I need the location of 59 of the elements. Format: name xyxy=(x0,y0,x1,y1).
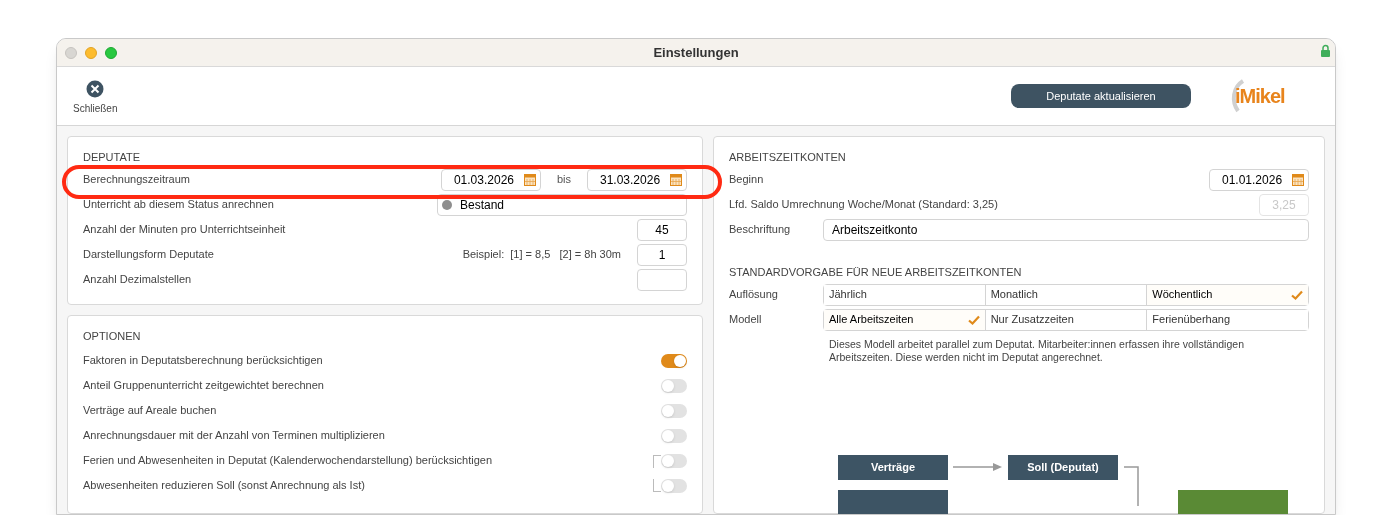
range-separator: bis xyxy=(555,172,572,188)
toggle-switch[interactable] xyxy=(661,453,687,468)
option-label: Verträge auf Areale buchen xyxy=(83,403,217,419)
diagram-node: Soll (Deputat) xyxy=(1008,455,1118,480)
date-field[interactable]: 01.01.2026 xyxy=(1209,168,1309,191)
date-field[interactable]: 01.03.2026 xyxy=(440,168,541,191)
field-label: Anzahl Dezimalstellen xyxy=(83,272,192,288)
field-label: Darstellungsform Deputate xyxy=(83,247,214,263)
text-field[interactable]: Arbeitszeitkonto xyxy=(823,218,1309,241)
bracket-line xyxy=(653,478,661,492)
field-label: Beschriftung xyxy=(729,222,792,238)
diagram-node: Verträge xyxy=(838,455,948,480)
calendar-icon[interactable] xyxy=(670,173,682,186)
segment-option[interactable]: Alle Arbeitszeiten xyxy=(824,309,985,330)
date-field[interactable]: 31.03.2026 xyxy=(587,168,687,191)
toggle-switch[interactable] xyxy=(661,428,687,443)
calendar-icon[interactable] xyxy=(1292,173,1304,186)
bracket-line xyxy=(653,454,661,468)
model-description: Dieses Modell arbeitet parallel zum Deputat. Mitarbeiter:innen erfassen ihre vollständigen Arbeitszeiten. Diese werden nicht im Deputat angerechnet. xyxy=(829,338,1245,364)
option-label: Ferien und Abwesenheiten in Deputat (Kalenderwochendarstellung) berücksichtigen xyxy=(83,453,493,469)
close-window-icon[interactable] xyxy=(65,46,77,59)
elbow-connector xyxy=(1124,466,1140,506)
section-heading: ARBEITSZEITKONTEN xyxy=(729,150,847,165)
field-label: Beginn xyxy=(729,172,765,188)
update-button[interactable]: Deputate aktualisieren xyxy=(1011,84,1191,108)
segment-option[interactable]: Ferienüberhang xyxy=(1146,309,1308,330)
field-label: Anzahl der Minuten pro Unterrichtseinheit xyxy=(83,222,286,238)
field-label: Modell xyxy=(729,312,763,328)
section-heading: DEPUTATE xyxy=(83,150,142,165)
section-heading: OPTIONEN xyxy=(83,329,142,344)
toggle-switch[interactable] xyxy=(661,403,687,418)
close-button[interactable]: Schließen xyxy=(73,80,118,116)
option-label: Abwesenheiten reduzieren Soll (sonst Anrechnung als Ist) xyxy=(83,478,365,494)
minimize-window-icon[interactable] xyxy=(85,46,97,59)
logo: iMikel xyxy=(1229,79,1301,113)
option-label: Anteil Gruppenunterricht zeitgewichtet berechnen xyxy=(83,378,324,394)
lock-icon xyxy=(1321,44,1330,57)
checkmark-icon xyxy=(1291,289,1303,300)
window-title: Einstellungen xyxy=(653,43,739,62)
example-hint: Beispiel: [1] = 8,5 [2] = 8h 30m xyxy=(462,247,621,263)
arrow-connector xyxy=(953,462,1003,472)
toggle-switch[interactable] xyxy=(661,478,687,493)
segment-option[interactable]: Wöchentlich xyxy=(1146,284,1308,305)
number-field[interactable] xyxy=(637,268,687,291)
field-label: Lfd. Saldo Umrechnung Woche/Monat (Standard: 3,25) xyxy=(729,197,998,213)
zoom-window-icon[interactable] xyxy=(105,46,117,59)
section-heading: STANDARDVORGABE FÜR NEUE ARBEITSZEITKONTEN xyxy=(729,264,1023,280)
calendar-icon[interactable] xyxy=(523,173,536,186)
toggle-switch[interactable] xyxy=(661,353,687,368)
checkmark-icon xyxy=(967,314,980,325)
field-label: Berechnungszeitraum xyxy=(83,172,190,188)
option-label: Anrechnungsdauer mit der Anzahl von Terminen multiplizieren xyxy=(83,428,385,444)
number-field[interactable]: 1 xyxy=(637,243,687,266)
option-label: Faktoren in Deputatsberechnung berücksichtigen xyxy=(83,353,323,369)
close-icon xyxy=(86,80,105,98)
number-field[interactable]: 45 xyxy=(637,218,687,241)
toggle-switch[interactable] xyxy=(661,378,687,393)
field-label: Unterricht ab diesem Status anrechnen xyxy=(83,197,274,213)
field-label: Auflösung xyxy=(729,287,779,303)
